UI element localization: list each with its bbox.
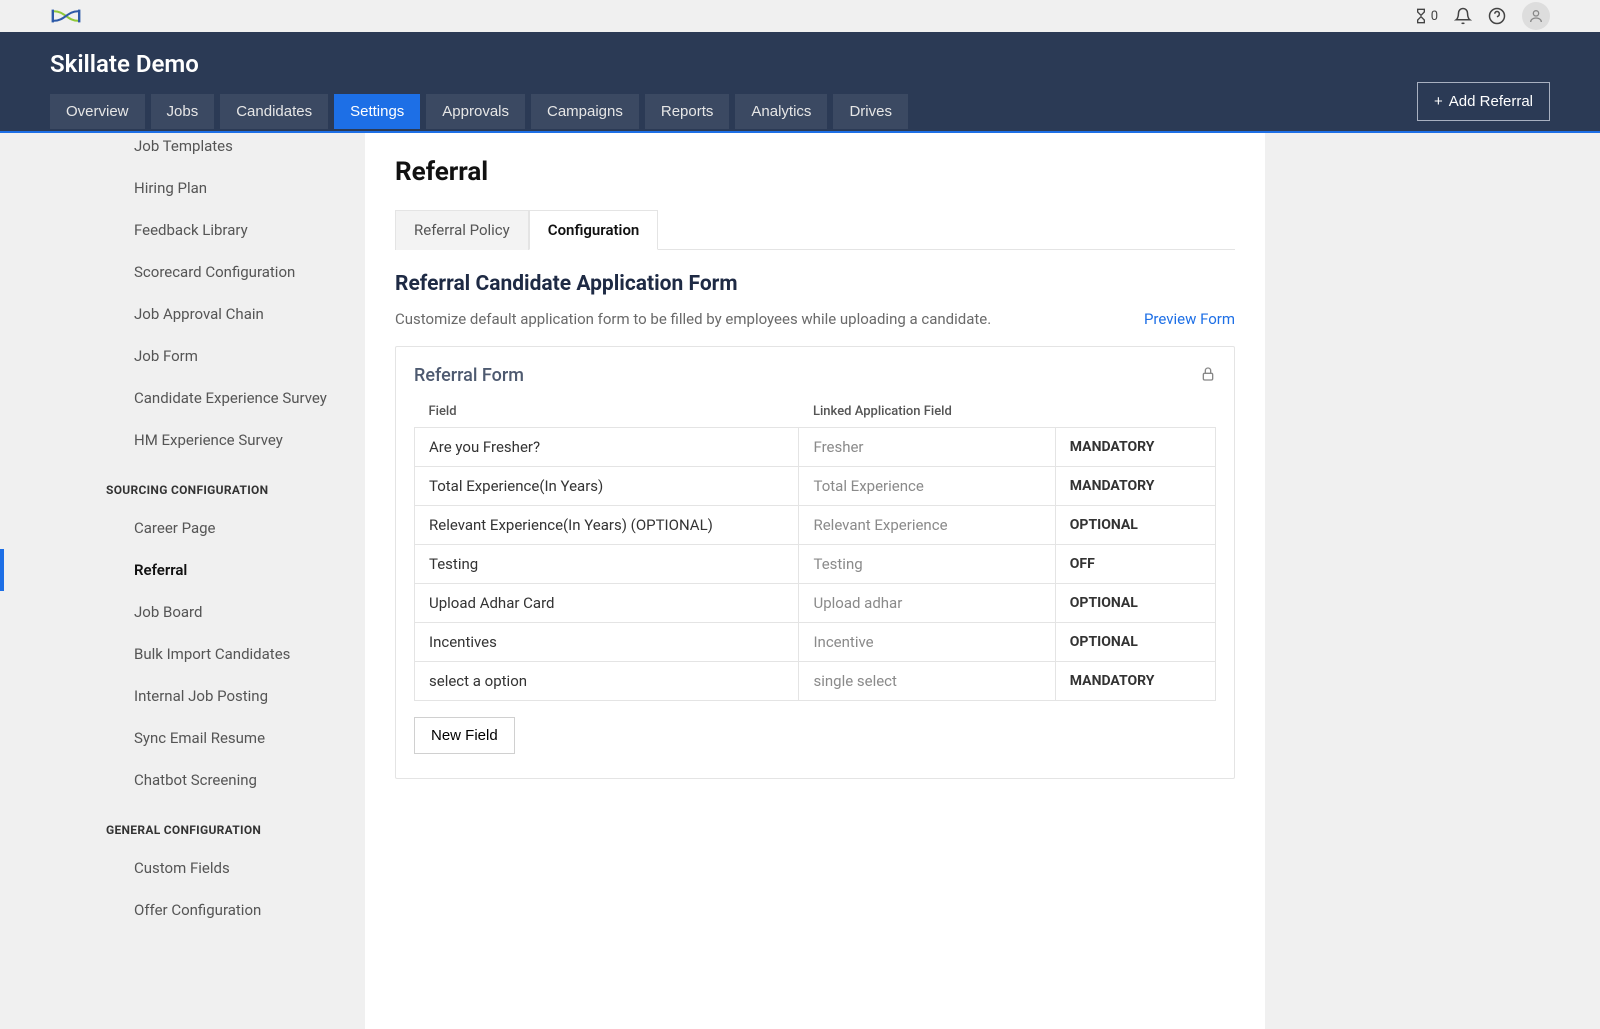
sidebar-item-job-templates[interactable]: Job Templates	[0, 133, 365, 167]
cell-status: MANDATORY	[1055, 428, 1215, 467]
topbar-right: 0	[1413, 2, 1550, 30]
lock-icon	[1200, 366, 1216, 386]
tab-approvals[interactable]: Approvals	[426, 94, 525, 129]
app-logo[interactable]	[50, 7, 82, 25]
cell-field: Total Experience(In Years)	[415, 467, 799, 506]
cell-field: Relevant Experience(In Years) (OPTIONAL)	[415, 506, 799, 545]
sidebar-section-sourcing: SOURCING CONFIGURATION	[0, 461, 365, 507]
sidebar-item-offer-config[interactable]: Offer Configuration	[0, 889, 365, 931]
cell-field: select a option	[415, 662, 799, 701]
table-row[interactable]: Relevant Experience(In Years) (OPTIONAL)…	[415, 506, 1216, 545]
cell-field: Are you Fresher?	[415, 428, 799, 467]
cell-linked: Testing	[799, 545, 1055, 584]
table-row[interactable]: Upload Adhar Card Upload adhar OPTIONAL	[415, 584, 1216, 623]
section-heading: Referral Candidate Application Form	[395, 272, 1235, 296]
sidebar: Job Templates Hiring Plan Feedback Libra…	[0, 133, 365, 1029]
tab-candidates[interactable]: Candidates	[220, 94, 328, 129]
referral-form-table: Field Linked Application Field Are you F…	[414, 396, 1216, 701]
referral-form-card: Referral Form Field Linked Application F…	[395, 346, 1235, 779]
cell-linked: Total Experience	[799, 467, 1055, 506]
subtab-configuration[interactable]: Configuration	[529, 210, 659, 250]
add-referral-label: Add Referral	[1449, 93, 1533, 110]
bell-icon[interactable]	[1454, 7, 1472, 25]
sidebar-item-hiring-plan[interactable]: Hiring Plan	[0, 167, 365, 209]
cell-linked: single select	[799, 662, 1055, 701]
cell-linked: Incentive	[799, 623, 1055, 662]
cell-status: MANDATORY	[1055, 662, 1215, 701]
topbar: 0	[0, 0, 1600, 32]
cell-linked: Upload adhar	[799, 584, 1055, 623]
cell-field: Incentives	[415, 623, 799, 662]
cell-field: Upload Adhar Card	[415, 584, 799, 623]
sidebar-item-internal-job-posting[interactable]: Internal Job Posting	[0, 675, 365, 717]
sidebar-item-scorecard-config[interactable]: Scorecard Configuration	[0, 251, 365, 293]
cell-status: OPTIONAL	[1055, 506, 1215, 545]
sidebar-item-hm-survey[interactable]: HM Experience Survey	[0, 419, 365, 461]
col-field: Field	[415, 396, 799, 428]
avatar[interactable]	[1522, 2, 1550, 30]
tab-overview[interactable]: Overview	[50, 94, 145, 129]
col-linked: Linked Application Field	[799, 396, 1055, 428]
sidebar-item-bulk-import[interactable]: Bulk Import Candidates	[0, 633, 365, 675]
subtab-referral-policy[interactable]: Referral Policy	[395, 210, 529, 250]
new-field-button[interactable]: New Field	[414, 717, 515, 754]
tab-analytics[interactable]: Analytics	[735, 94, 827, 129]
help-icon[interactable]	[1488, 7, 1506, 25]
sidebar-item-career-page[interactable]: Career Page	[0, 507, 365, 549]
add-referral-button[interactable]: + Add Referral	[1417, 82, 1550, 121]
sidebar-item-sync-email-resume[interactable]: Sync Email Resume	[0, 717, 365, 759]
sidebar-item-job-approval-chain[interactable]: Job Approval Chain	[0, 293, 365, 335]
table-row[interactable]: Are you Fresher? Fresher MANDATORY	[415, 428, 1216, 467]
cell-status: MANDATORY	[1055, 467, 1215, 506]
hourglass-badge[interactable]: 0	[1413, 8, 1438, 24]
sidebar-item-referral[interactable]: Referral	[0, 549, 365, 591]
cell-linked: Fresher	[799, 428, 1055, 467]
cell-status: OPTIONAL	[1055, 584, 1215, 623]
preview-form-link[interactable]: Preview Form	[1144, 310, 1235, 328]
sidebar-item-chatbot-screening[interactable]: Chatbot Screening	[0, 759, 365, 801]
cell-field: Testing	[415, 545, 799, 584]
layout: Job Templates Hiring Plan Feedback Libra…	[0, 133, 1600, 1029]
table-row[interactable]: Incentives Incentive OPTIONAL	[415, 623, 1216, 662]
sidebar-item-custom-fields[interactable]: Custom Fields	[0, 847, 365, 889]
nav-tabs: Overview Jobs Candidates Settings Approv…	[50, 94, 908, 129]
sidebar-item-feedback-library[interactable]: Feedback Library	[0, 209, 365, 251]
tab-reports[interactable]: Reports	[645, 94, 730, 129]
brand-title: Skillate Demo	[50, 50, 1550, 78]
table-row[interactable]: select a option single select MANDATORY	[415, 662, 1216, 701]
tab-drives[interactable]: Drives	[833, 94, 908, 129]
tab-jobs[interactable]: Jobs	[151, 94, 215, 129]
hourglass-count: 0	[1431, 9, 1438, 24]
tab-settings[interactable]: Settings	[334, 94, 420, 129]
cell-status: OPTIONAL	[1055, 623, 1215, 662]
cell-linked: Relevant Experience	[799, 506, 1055, 545]
table-row[interactable]: Testing Testing OFF	[415, 545, 1216, 584]
plus-icon: +	[1434, 93, 1443, 110]
sidebar-item-job-board[interactable]: Job Board	[0, 591, 365, 633]
table-row[interactable]: Total Experience(In Years) Total Experie…	[415, 467, 1216, 506]
content: Referral Referral Policy Configuration R…	[365, 133, 1265, 1029]
cell-status: OFF	[1055, 545, 1215, 584]
sidebar-item-job-form[interactable]: Job Form	[0, 335, 365, 377]
sidebar-item-candidate-survey[interactable]: Candidate Experience Survey	[0, 377, 365, 419]
section-description: Customize default application form to be…	[395, 310, 991, 328]
form-card-title: Referral Form	[414, 365, 524, 386]
tab-campaigns[interactable]: Campaigns	[531, 94, 639, 129]
navbar: Skillate Demo Overview Jobs Candidates S…	[0, 32, 1600, 133]
sidebar-section-general: GENERAL CONFIGURATION	[0, 801, 365, 847]
page-title: Referral	[395, 157, 1235, 187]
sub-tabs: Referral Policy Configuration	[395, 209, 1235, 250]
